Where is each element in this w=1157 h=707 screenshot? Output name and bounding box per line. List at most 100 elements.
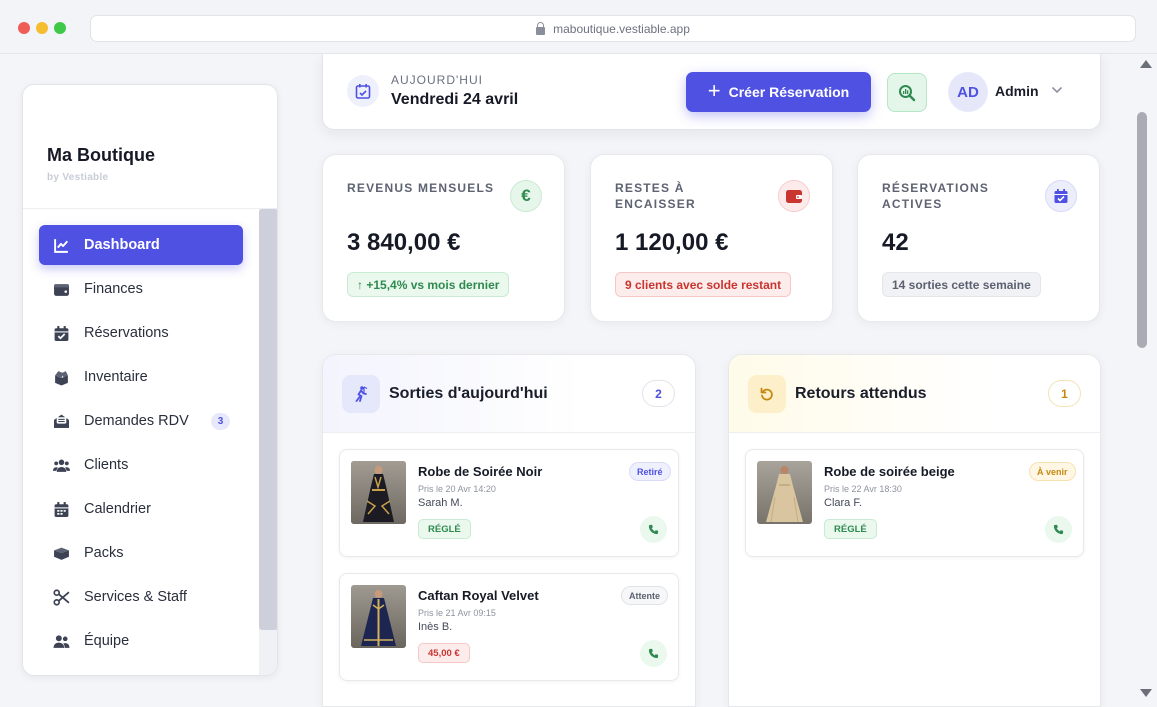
stat-label: RÉSERVATIONS ACTIVES — [882, 181, 990, 211]
brand-subtitle: by Vestiable — [47, 172, 109, 183]
stat-label: REVENUS MENSUELS — [347, 181, 495, 195]
sidebar-scrollbar[interactable] — [259, 209, 277, 675]
search-scan-button[interactable] — [887, 73, 927, 112]
dress-thumbnail — [757, 461, 812, 524]
lock-icon — [536, 21, 546, 35]
dress-thumbnail — [351, 461, 406, 524]
stat-label: RESTES À ENCAISSER — [615, 181, 696, 211]
sorties-count: 2 — [642, 380, 675, 407]
list-item[interactable]: Robe de Soirée Noir Pris le 20 Avr 14:20… — [339, 449, 679, 557]
stat-value: 1 120,00 € — [615, 229, 729, 256]
sidebar-item-equipe[interactable]: Équipe — [39, 621, 243, 661]
sidebar: Ma Boutique by Vestiable Dashboard Finan… — [22, 84, 278, 676]
stat-card-reservations: RÉSERVATIONS ACTIVES 42 14 sorties cette… — [857, 154, 1100, 322]
stat-card-revenus: REVENUS MENSUELS € 3 840,00 € ↑ +15,4% v… — [322, 154, 565, 322]
sidebar-item-reservations[interactable]: Réservations — [39, 313, 243, 353]
avatar[interactable]: AD — [948, 72, 988, 112]
item-pickup-date: Pris le 21 Avr 09:15 — [418, 608, 496, 618]
phone-call-button[interactable] — [1045, 516, 1072, 543]
close-window-button[interactable] — [18, 22, 30, 34]
calendar-check-icon — [355, 84, 371, 99]
url-text: maboutique.vestiable.app — [553, 21, 690, 36]
brand-name: Ma Boutique — [47, 145, 155, 165]
item-client: Sarah M. — [418, 497, 463, 509]
stat-trend: ↑ +15,4% vs mois dernier — [347, 272, 510, 297]
dress-thumbnail — [351, 585, 406, 648]
sidebar-item-label: Inventaire — [84, 369, 148, 385]
stat-balance-note: 9 clients avec solde restant — [615, 272, 792, 297]
chart-line-icon — [54, 238, 69, 253]
retours-count: 1 — [1048, 380, 1081, 407]
walking-icon — [342, 375, 380, 413]
sidebar-item-label: Réservations — [84, 325, 169, 341]
euro-icon: € — [510, 180, 542, 212]
list-item[interactable]: Caftan Royal Velvet Pris le 21 Avr 09:15… — [339, 573, 679, 681]
create-reservation-button[interactable]: + Créer Réservation — [686, 72, 871, 112]
item-name: Caftan Royal Velvet — [418, 588, 539, 603]
sidebar-scrollbar-thumb[interactable] — [259, 209, 277, 630]
sidebar-item-packs[interactable]: Packs — [39, 533, 243, 573]
item-pickup-date: Pris le 20 Avr 14:20 — [418, 484, 496, 494]
sidebar-item-label: Calendrier — [84, 501, 151, 517]
sidebar-item-services-staff[interactable]: Services & Staff — [39, 577, 243, 617]
sidebar-item-dashboard[interactable]: Dashboard — [39, 225, 243, 265]
scroll-down-arrow-icon[interactable] — [1140, 689, 1152, 697]
status-badge: Retiré — [629, 462, 671, 481]
sidebar-item-label: Équipe — [84, 633, 130, 649]
phone-call-button[interactable] — [640, 640, 667, 667]
calendar-icon — [54, 501, 69, 517]
page-scrollbar-thumb[interactable] — [1137, 112, 1147, 348]
sidebar-item-label: Dashboard — [84, 237, 160, 253]
address-bar[interactable]: maboutique.vestiable.app — [90, 15, 1136, 42]
phone-icon — [648, 524, 659, 535]
box-open-icon — [55, 370, 68, 385]
minimize-window-button[interactable] — [36, 22, 48, 34]
wallet-icon — [54, 283, 69, 296]
page-scrollbar[interactable] — [1135, 54, 1157, 707]
item-name: Robe de Soirée Noir — [418, 464, 543, 479]
item-client: Clara F. — [824, 497, 862, 509]
sidebar-item-calendrier[interactable]: Calendrier — [39, 489, 243, 529]
stat-card-restes: RESTES À ENCAISSER 1 120,00 € 9 clients … — [590, 154, 833, 322]
scroll-up-arrow-icon[interactable] — [1140, 60, 1152, 68]
browser-chrome: maboutique.vestiable.app — [0, 0, 1157, 54]
sidebar-item-inventaire[interactable]: Inventaire — [39, 357, 243, 397]
sidebar-item-label: Services & Staff — [84, 589, 187, 605]
payment-badge: 45,00 € — [418, 643, 470, 663]
item-pickup-date: Pris le 22 Avr 18:30 — [824, 484, 902, 494]
scissors-icon — [53, 588, 70, 606]
sidebar-item-label: Demandes RDV — [84, 413, 189, 429]
today-label: AUJOURD'HUI — [391, 73, 483, 87]
list-item[interactable]: Robe de soirée beige Pris le 22 Avr 18:3… — [745, 449, 1084, 557]
item-name: Robe de soirée beige — [824, 464, 955, 479]
item-client: Inès B. — [418, 621, 453, 633]
calendar-check-icon — [54, 325, 69, 341]
retours-header: Retours attendus 1 — [729, 355, 1100, 433]
boxes-icon — [54, 547, 69, 560]
status-badge: À venir — [1029, 462, 1076, 481]
sidebar-item-clients[interactable]: Clients — [39, 445, 243, 485]
admin-name[interactable]: Admin — [995, 83, 1039, 99]
sidebar-item-finances[interactable]: Finances — [39, 269, 243, 309]
plus-icon: + — [707, 78, 721, 103]
today-calendar-badge — [347, 75, 379, 107]
create-reservation-label: Créer Réservation — [728, 84, 850, 100]
retours-title: Retours attendus — [795, 385, 927, 402]
phone-call-button[interactable] — [640, 516, 667, 543]
wallet-icon — [778, 180, 810, 212]
retours-panel: Retours attendus 1 Robe de soirée beige … — [728, 354, 1101, 707]
envelope-open-icon — [54, 414, 69, 428]
chevron-down-icon[interactable] — [1051, 85, 1063, 95]
stat-value: 42 — [882, 229, 909, 256]
sidebar-item-label: Clients — [84, 457, 129, 473]
page: Ma Boutique by Vestiable Dashboard Finan… — [0, 54, 1135, 707]
phone-icon — [648, 648, 659, 659]
stat-value: 3 840,00 € — [347, 229, 461, 256]
top-bar: AUJOURD'HUI Vendredi 24 avril + Créer Ré… — [322, 54, 1101, 130]
stat-week-note: 14 sorties cette semaine — [882, 272, 1041, 297]
undo-icon — [748, 375, 786, 413]
phone-icon — [1053, 524, 1064, 535]
calendar-check-icon — [1045, 180, 1077, 212]
sidebar-item-demandes-rdv[interactable]: Demandes RDV 3 — [39, 401, 243, 441]
maximize-window-button[interactable] — [54, 22, 66, 34]
